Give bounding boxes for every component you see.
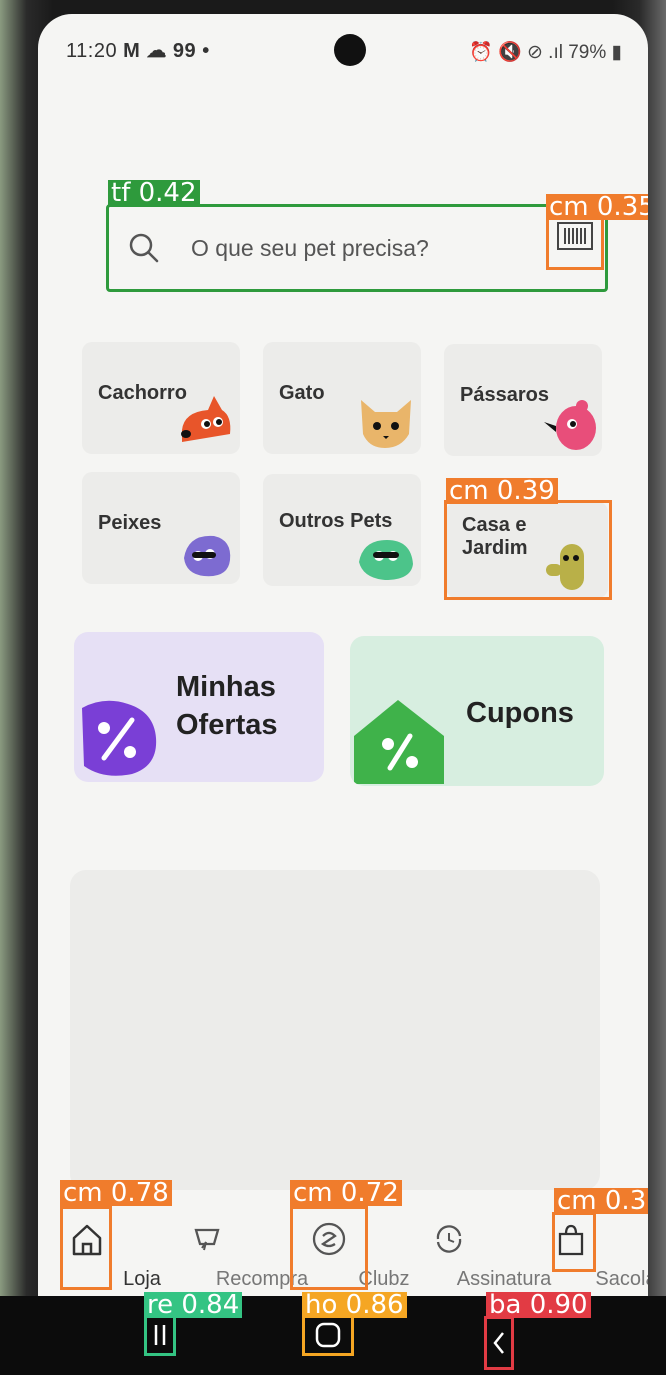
sacola-detection-label: cm 0.3 <box>554 1188 648 1214</box>
back-detection-label: ba 0.90 <box>486 1292 591 1318</box>
loja-detection-label: cm 0.78 <box>60 1180 172 1206</box>
category-outros-pets[interactable]: Outros Pets <box>263 474 421 586</box>
other-pets-icon <box>359 540 413 580</box>
category-gato[interactable]: Gato <box>263 342 421 454</box>
category-cachorro[interactable]: Cachorro <box>82 342 240 454</box>
front-camera <box>334 34 366 66</box>
banner-placeholder <box>70 870 600 1190</box>
recents-icon <box>154 1325 166 1345</box>
loja-detection-box <box>60 1206 112 1290</box>
cat-icon <box>361 400 411 448</box>
nav-item-recompra[interactable]: Recompra <box>152 1194 308 1294</box>
casa-detection-label: cm 0.39 <box>446 478 558 504</box>
home-button[interactable] <box>302 1314 354 1356</box>
promo-title: Cupons <box>466 697 574 729</box>
subscription-icon <box>436 1225 462 1253</box>
fish-icon <box>184 535 231 577</box>
nav-item-assinatura[interactable]: Assinatura <box>394 1194 551 1294</box>
recents-detection-label: re 0.84 <box>144 1292 243 1318</box>
status-bar: 11:20 M ☁ 99 • ⏰ 🔇 ⊘ .ıl 79% ▮ <box>38 14 648 84</box>
status-indicators: ⏰ 🔇 ⊘ .ıl 79% ▮ <box>469 42 622 63</box>
coupon-tag-icon <box>354 700 444 784</box>
category-label: Peixes <box>98 512 162 534</box>
home-detection-label: ho 0.86 <box>302 1292 407 1318</box>
category-passaros[interactable]: Pássaros <box>444 344 602 456</box>
casa-detection-box <box>444 500 612 600</box>
battery-percent: 79% <box>568 42 607 63</box>
search-icon <box>129 233 159 263</box>
sacola-detection-box <box>552 1212 596 1272</box>
barcode-icon <box>557 222 593 250</box>
barcode-detection-label: cm 0.35 <box>546 194 648 220</box>
clubz-detection-label: cm 0.72 <box>290 1180 402 1206</box>
status-time: 11:20 M ☁ 99 • <box>66 40 210 62</box>
system-navigation-bar: re 0.84 ho 0.86 ba 0.90 <box>0 1292 666 1375</box>
promo-cupons[interactable]: Cupons <box>350 636 604 786</box>
promo-title: Minhas Ofertas <box>176 671 278 741</box>
promo-minhas-ofertas[interactable]: Minhas Ofertas <box>74 632 324 782</box>
recents-button[interactable] <box>144 1314 176 1356</box>
category-label: Gato <box>279 382 325 404</box>
repurchase-icon <box>194 1228 220 1251</box>
search-detection-label: tf 0.42 <box>108 180 200 206</box>
bird-icon <box>544 400 596 450</box>
back-icon <box>493 1332 504 1354</box>
search-input[interactable]: O que seu pet precisa? <box>106 204 608 292</box>
category-peixes[interactable]: Peixes <box>82 472 240 584</box>
clubz-detection-box <box>290 1206 368 1290</box>
home-circle-icon <box>315 1322 341 1348</box>
search-placeholder: O que seu pet precisa? <box>191 235 429 261</box>
back-button[interactable] <box>484 1316 514 1370</box>
dog-icon <box>181 396 231 442</box>
percent-badge-icon <box>82 700 157 776</box>
app-screen: 11:20 M ☁ 99 • ⏰ 🔇 ⊘ .ıl 79% ▮ O que seu… <box>38 14 648 1296</box>
